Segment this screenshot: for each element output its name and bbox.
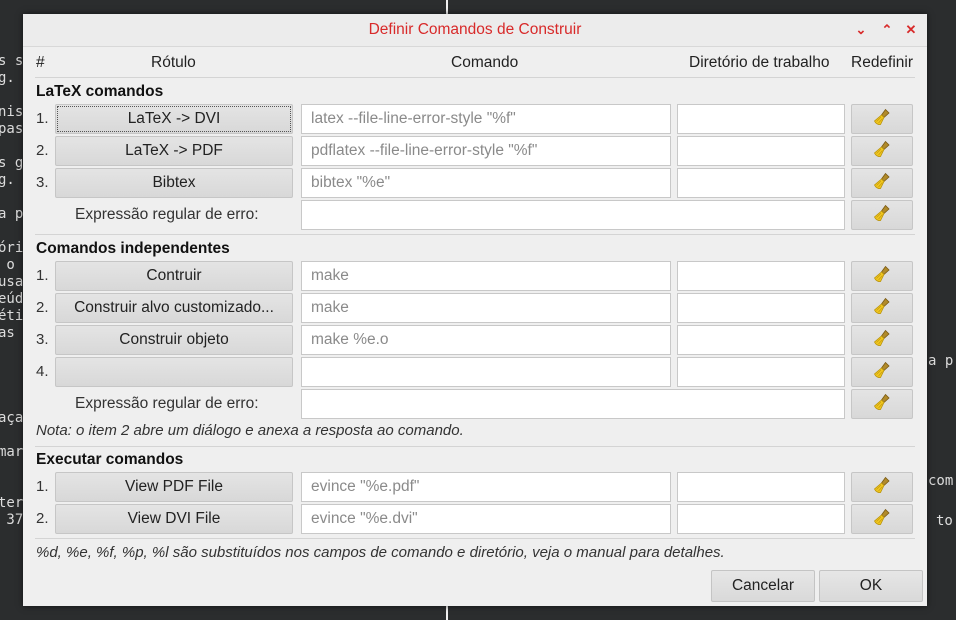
bibtex-workdir-input[interactable]: [677, 168, 845, 198]
header-workdir: Diretório de trabalho: [689, 54, 830, 71]
broom-icon: [873, 508, 891, 530]
broom-icon: [873, 393, 891, 415]
independent-note: Nota: o item 2 abre um diálogo e anexa a…: [36, 422, 464, 439]
latex-dvi-reset-button[interactable]: [851, 104, 913, 134]
maximize-icon[interactable]: ⌃: [879, 22, 895, 38]
ok-button[interactable]: OK: [819, 570, 923, 602]
independent-error-regex-label: Expressão regular de erro:: [75, 395, 259, 412]
row-number: 1.: [36, 478, 49, 495]
view-dvi-workdir-input[interactable]: [677, 504, 845, 534]
broom-icon: [873, 329, 891, 351]
view-pdf-reset-button[interactable]: [851, 472, 913, 502]
section-separator: [35, 446, 915, 447]
independent-error-regex-reset-button[interactable]: [851, 389, 913, 419]
section-latex-title: LaTeX comandos: [36, 83, 164, 100]
close-icon[interactable]: ✕: [903, 22, 919, 38]
independent-error-regex-input[interactable]: [301, 389, 845, 419]
view-dvi-command-input[interactable]: evince "%e.dvi": [301, 504, 671, 534]
custom-target-workdir-input[interactable]: [677, 293, 845, 323]
build-reset-button[interactable]: [851, 261, 913, 291]
terminal-right-line-3: to: [936, 513, 953, 529]
custom-target-reset-button[interactable]: [851, 293, 913, 323]
broom-icon: [873, 297, 891, 319]
broom-icon: [873, 204, 891, 226]
latex-pdf-command-input[interactable]: pdflatex --file-line-error-style "%f": [301, 136, 671, 166]
view-pdf-workdir-input[interactable]: [677, 472, 845, 502]
broom-icon: [873, 140, 891, 162]
header-number: #: [36, 54, 45, 71]
empty-reset-button[interactable]: [851, 357, 913, 387]
build-command-input[interactable]: make: [301, 261, 671, 291]
broom-icon: [873, 476, 891, 498]
bibtex-command-input[interactable]: bibtex "%e": [301, 168, 671, 198]
latex-pdf-reset-button[interactable]: [851, 136, 913, 166]
latex-pdf-label-button[interactable]: LaTeX -> PDF: [55, 136, 293, 166]
broom-icon: [873, 265, 891, 287]
broom-icon: [873, 108, 891, 130]
row-number: 4.: [36, 363, 49, 380]
footer-note: %d, %e, %f, %p, %l são substituídos nos …: [36, 544, 725, 561]
build-object-command-input[interactable]: make %e.o: [301, 325, 671, 355]
bibtex-label-button[interactable]: Bibtex: [55, 168, 293, 198]
dialog-title: Definir Comandos de Construir: [368, 21, 582, 38]
row-number: 2.: [36, 142, 49, 159]
empty-label-button[interactable]: [55, 357, 293, 387]
latex-dvi-command-input[interactable]: latex --file-line-error-style "%f": [301, 104, 671, 134]
section-separator: [35, 234, 915, 235]
row-number: 2.: [36, 299, 49, 316]
bibtex-reset-button[interactable]: [851, 168, 913, 198]
section-separator: [35, 538, 915, 539]
row-number: 1.: [36, 267, 49, 284]
build-commands-dialog: Definir Comandos de Construir ⌄ ⌃ ✕ # Ró…: [23, 14, 927, 606]
custom-target-label-button[interactable]: Construir alvo customizado...: [55, 293, 293, 323]
broom-icon: [873, 172, 891, 194]
latex-error-regex-input[interactable]: [301, 200, 845, 230]
latex-error-regex-label: Expressão regular de erro:: [75, 206, 259, 223]
latex-error-regex-reset-button[interactable]: [851, 200, 913, 230]
broom-icon: [873, 361, 891, 383]
dialog-titlebar[interactable]: Definir Comandos de Construir ⌄ ⌃ ✕: [23, 14, 927, 47]
build-object-label-button[interactable]: Construir objeto: [55, 325, 293, 355]
row-number: 3.: [36, 174, 49, 191]
build-object-reset-button[interactable]: [851, 325, 913, 355]
latex-dvi-label-button[interactable]: LaTeX -> DVI: [55, 104, 293, 134]
view-dvi-label-button[interactable]: View DVI File: [55, 504, 293, 534]
view-dvi-reset-button[interactable]: [851, 504, 913, 534]
section-independent-title: Comandos independentes: [36, 240, 230, 257]
custom-target-command-input[interactable]: make: [301, 293, 671, 323]
view-pdf-label-button[interactable]: View PDF File: [55, 472, 293, 502]
row-number: 3.: [36, 331, 49, 348]
header-reset: Redefinir: [851, 54, 914, 71]
header-command: Comando: [451, 54, 519, 71]
terminal-right-line-2: com: [928, 473, 954, 489]
minimize-icon[interactable]: ⌄: [853, 22, 869, 38]
header-separator: [35, 77, 915, 78]
view-pdf-command-input[interactable]: evince "%e.pdf": [301, 472, 671, 502]
build-object-workdir-input[interactable]: [677, 325, 845, 355]
empty-workdir-input[interactable]: [677, 357, 845, 387]
header-label: Rótulo: [151, 54, 196, 71]
row-number: 1.: [36, 110, 49, 127]
build-label-button[interactable]: Contruir: [55, 261, 293, 291]
build-workdir-input[interactable]: [677, 261, 845, 291]
section-execute-title: Executar comandos: [36, 451, 184, 468]
terminal-right-line-1: a p: [928, 353, 954, 369]
latex-pdf-workdir-input[interactable]: [677, 136, 845, 166]
latex-dvi-workdir-input[interactable]: [677, 104, 845, 134]
cancel-button[interactable]: Cancelar: [711, 570, 815, 602]
row-number: 2.: [36, 510, 49, 527]
empty-command-input[interactable]: [301, 357, 671, 387]
